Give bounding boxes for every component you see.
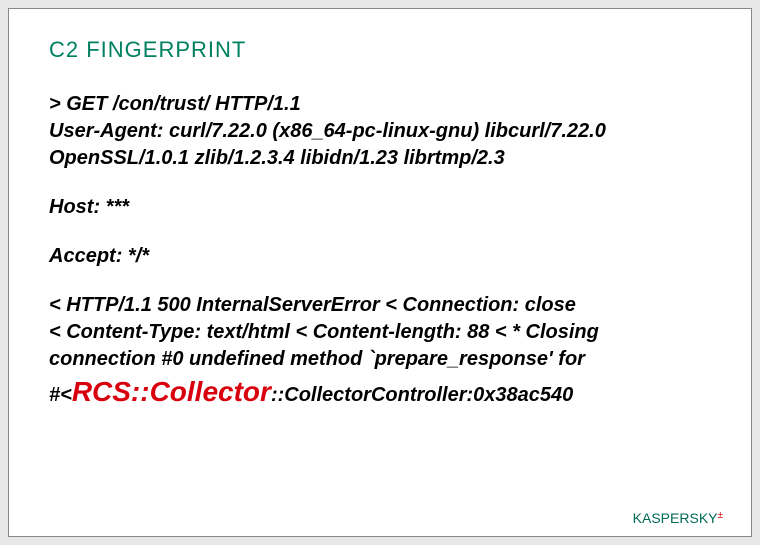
slide-content: > GET /con/trust/ HTTP/1.1 User-Agent: c…: [49, 91, 711, 411]
logo-mark: ±: [718, 510, 724, 521]
accept-block: Accept: */*: [49, 243, 711, 270]
http-response-block: < HTTP/1.1 500 InternalServerError < Con…: [49, 292, 711, 411]
response-headers-line: < Content-Type: text/html < Content-leng…: [49, 319, 711, 373]
logo-part1: KASPER: [633, 510, 690, 526]
request-line: > GET /con/trust/ HTTP/1.1: [49, 91, 711, 118]
user-agent-line: User-Agent: curl/7.22.0 (x86_64-pc-linux…: [49, 118, 711, 172]
final-prefix: #<: [49, 384, 72, 406]
kaspersky-logo: KASPERSKY±: [633, 510, 723, 526]
accept-line: Accept: */*: [49, 243, 711, 270]
http-request-block: > GET /con/trust/ HTTP/1.1 User-Agent: c…: [49, 91, 711, 172]
host-block: Host: ***: [49, 194, 711, 221]
slide-container: C2 FINGERPRINT > GET /con/trust/ HTTP/1.…: [8, 8, 752, 537]
response-final-line: #<RCS::Collector::CollectorController:0x…: [49, 373, 711, 411]
logo-part2: SKY: [689, 510, 717, 526]
response-status-line: < HTTP/1.1 500 InternalServerError < Con…: [49, 292, 711, 319]
final-suffix: ::CollectorController:0x38ac540: [271, 384, 573, 406]
slide-title: C2 FINGERPRINT: [49, 37, 711, 63]
rcs-collector-highlight: RCS::Collector: [72, 376, 271, 407]
host-line: Host: ***: [49, 194, 711, 221]
